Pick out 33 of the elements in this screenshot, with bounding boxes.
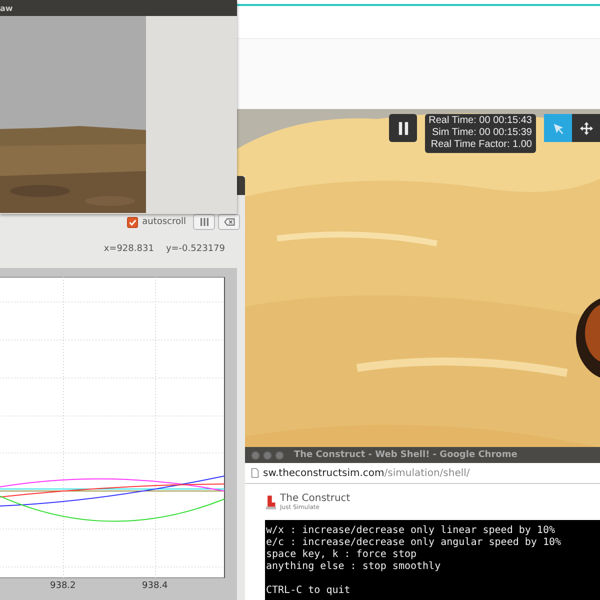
checkbox-label: autoscroll bbox=[142, 217, 186, 227]
page-icon bbox=[251, 468, 259, 478]
axis-tick-label: 938.2 bbox=[50, 581, 76, 591]
window-title: aw bbox=[0, 4, 13, 12]
maximize-button[interactable] bbox=[275, 450, 284, 460]
clear-icon bbox=[224, 218, 234, 226]
logo-icon bbox=[265, 494, 277, 510]
terminal-line: e/c : increase/decrease only angular speed by 10% bbox=[266, 537, 562, 549]
axis-tick-label: 938.4 bbox=[142, 581, 168, 591]
pause-icon bbox=[398, 122, 408, 134]
move-icon bbox=[580, 122, 592, 134]
minimize-button[interactable] bbox=[263, 450, 272, 460]
terminal-line: w/x : increase/decrease only linear speed by 10% bbox=[266, 525, 556, 537]
terminal-line: CTRL-C to quit bbox=[266, 585, 352, 597]
autoscroll-checkbox[interactable] bbox=[127, 216, 138, 228]
window-title: The Construct - Web Shell! - Google Chrome bbox=[294, 450, 518, 460]
bars-icon bbox=[198, 218, 210, 226]
clear-button[interactable] bbox=[218, 214, 240, 230]
time-readout: Real Time Factor: 1.00 bbox=[430, 139, 532, 151]
cursor-x-readout: x=928.831 bbox=[104, 244, 154, 254]
translate-tool-button[interactable] bbox=[572, 114, 600, 142]
time-readout: Sim Time: 00 00:15:39 bbox=[432, 127, 532, 139]
cursor-icon bbox=[552, 122, 564, 134]
title-bar bbox=[237, 176, 245, 195]
address-field[interactable]: sw.theconstructsim.com/simulation/shell/ bbox=[263, 468, 470, 478]
pause-plot-button[interactable] bbox=[193, 214, 215, 230]
terminal-line: anything else : stop smoothly bbox=[266, 561, 442, 573]
brand-name: The Construct bbox=[280, 493, 350, 504]
cursor-y-readout: y=-0.523179 bbox=[166, 244, 225, 254]
time-readout: Real Time: 00 00:15:43 bbox=[428, 115, 532, 127]
pause-button[interactable] bbox=[389, 114, 417, 142]
close-button[interactable] bbox=[251, 450, 260, 460]
terminal-line: space key, k : force stop bbox=[266, 549, 418, 561]
